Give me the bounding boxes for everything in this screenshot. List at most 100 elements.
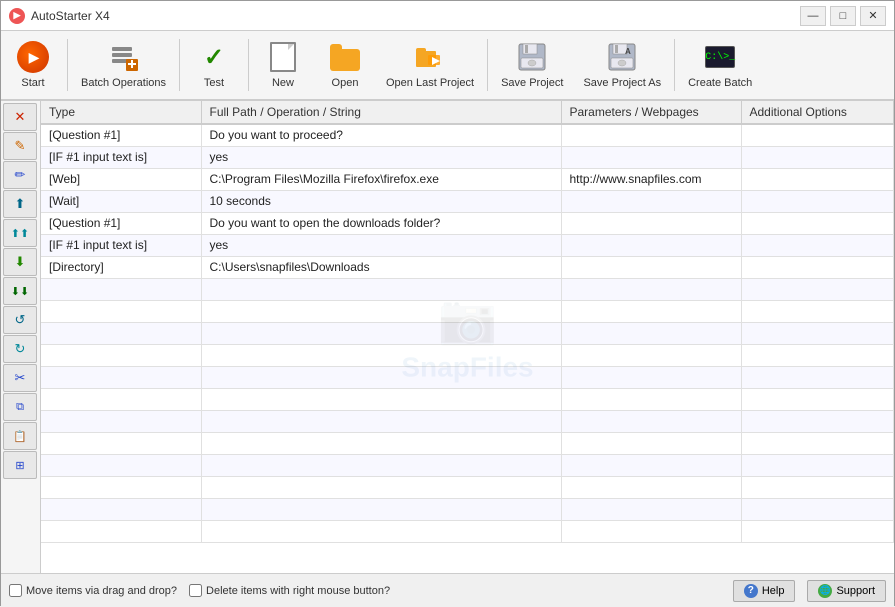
cell-type: [Web] xyxy=(41,168,201,190)
open-label: Open xyxy=(332,77,359,89)
empty-row xyxy=(41,300,894,322)
cell-type: [Directory] xyxy=(41,256,201,278)
table-row[interactable]: [Question #1] Do you want to proceed? xyxy=(41,124,894,146)
cell-type: [IF #1 input text is] xyxy=(41,234,201,256)
cell-params: http://www.snapfiles.com xyxy=(561,168,741,190)
cell-options xyxy=(741,146,894,168)
save-button[interactable]: Save Project xyxy=(492,35,572,95)
titlebar: ▶ AutoStarter X4 — □ ✕ xyxy=(1,1,894,31)
paste-button[interactable]: 📋 xyxy=(3,422,37,450)
window-controls: — □ ✕ xyxy=(800,6,886,26)
drag-drop-check[interactable]: Move items via drag and drop? xyxy=(9,584,177,597)
cell-params xyxy=(561,124,741,146)
open-last-button[interactable]: Open Last Project xyxy=(377,35,483,95)
close-button[interactable]: ✕ xyxy=(860,6,886,26)
create-batch-button[interactable]: C:\>_ Create Batch xyxy=(679,35,761,95)
move-top-button[interactable]: ⬆⬆ xyxy=(3,219,37,247)
open-button[interactable]: Open xyxy=(315,35,375,95)
right-click-label: Delete items with right mouse button? xyxy=(206,585,390,597)
svg-text:A: A xyxy=(625,47,631,56)
batch-operations-label: Batch Operations xyxy=(81,77,166,89)
cell-operation: C:\Users\snapfiles\Downloads xyxy=(201,256,561,278)
table-row[interactable]: [Directory] C:\Users\snapfiles\Downloads xyxy=(41,256,894,278)
table-row[interactable]: [IF #1 input text is] yes xyxy=(41,234,894,256)
statusbar: Move items via drag and drop? Delete ite… xyxy=(1,573,894,607)
separator-5 xyxy=(674,39,675,91)
cell-type: [IF #1 input text is] xyxy=(41,146,201,168)
empty-row xyxy=(41,344,894,366)
start-button[interactable]: Start xyxy=(3,35,63,95)
delete-button[interactable]: ✕ xyxy=(3,103,37,131)
separator-4 xyxy=(487,39,488,91)
new-icon xyxy=(267,41,299,73)
move-up-button[interactable]: ⬆ xyxy=(3,190,37,218)
empty-row xyxy=(41,498,894,520)
create-batch-label: Create Batch xyxy=(688,77,752,89)
main-area: ✕ ✎ ✏ ⬆ ⬆⬆ ⬇ ⬇⬇ ↺ ↻ ✂ ⧉ 📋 ⊞ Type Full Pa… xyxy=(1,101,894,573)
drag-drop-checkbox[interactable] xyxy=(9,584,22,597)
col-params: Parameters / Webpages xyxy=(561,101,741,124)
undo-button[interactable]: ↺ xyxy=(3,306,37,334)
edit-button[interactable]: ✎ xyxy=(3,132,37,160)
table-row[interactable]: [IF #1 input text is] yes xyxy=(41,146,894,168)
save-as-label: Save Project As xyxy=(583,77,661,89)
separator-2 xyxy=(179,39,180,91)
open-icon xyxy=(329,41,361,73)
cell-options xyxy=(741,256,894,278)
copy-button[interactable]: ⧉ xyxy=(3,393,37,421)
cell-type: [Question #1] xyxy=(41,212,201,234)
cell-params xyxy=(561,256,741,278)
empty-row xyxy=(41,366,894,388)
right-click-checkbox[interactable] xyxy=(189,584,202,597)
cell-options xyxy=(741,190,894,212)
cell-options xyxy=(741,168,894,190)
create-batch-icon: C:\>_ xyxy=(704,41,736,73)
redo-button[interactable]: ↻ xyxy=(3,335,37,363)
maximize-button[interactable]: □ xyxy=(830,6,856,26)
help-button[interactable]: ? Help xyxy=(733,580,796,602)
data-table: Type Full Path / Operation / String Para… xyxy=(41,101,894,543)
window-title: AutoStarter X4 xyxy=(31,9,800,23)
sidebar: ✕ ✎ ✏ ⬆ ⬆⬆ ⬇ ⬇⬇ ↺ ↻ ✂ ⧉ 📋 ⊞ xyxy=(1,101,41,573)
cell-options xyxy=(741,234,894,256)
table-row[interactable]: [Wait] 10 seconds xyxy=(41,190,894,212)
cell-operation: Do you want to open the downloads folder… xyxy=(201,212,561,234)
right-click-check[interactable]: Delete items with right mouse button? xyxy=(189,584,390,597)
separator-1 xyxy=(67,39,68,91)
empty-row xyxy=(41,388,894,410)
empty-row xyxy=(41,476,894,498)
batch-operations-button[interactable]: Batch Operations xyxy=(72,35,175,95)
save-label: Save Project xyxy=(501,77,563,89)
new-label: New xyxy=(272,77,294,89)
empty-row xyxy=(41,322,894,344)
empty-row xyxy=(41,432,894,454)
start-label: Start xyxy=(21,77,44,89)
cell-type: [Wait] xyxy=(41,190,201,212)
cell-options xyxy=(741,124,894,146)
app-icon: ▶ xyxy=(9,8,25,24)
minimize-button[interactable]: — xyxy=(800,6,826,26)
col-type: Type xyxy=(41,101,201,124)
batch-icon xyxy=(108,41,140,73)
start-icon xyxy=(17,41,49,73)
test-button[interactable]: ✓ Test xyxy=(184,35,244,95)
table-row[interactable]: [Web] C:\Program Files\Mozilla Firefox\f… xyxy=(41,168,894,190)
test-label: Test xyxy=(204,77,224,89)
test-icon: ✓ xyxy=(198,41,230,73)
cut-button[interactable]: ✂ xyxy=(3,364,37,392)
help-label: Help xyxy=(762,585,785,597)
support-button[interactable]: 🌐 Support xyxy=(807,580,886,602)
empty-row xyxy=(41,454,894,476)
cell-options xyxy=(741,212,894,234)
move-down-button[interactable]: ⬇ xyxy=(3,248,37,276)
support-label: Support xyxy=(836,585,875,597)
move-bottom-button[interactable]: ⬇⬇ xyxy=(3,277,37,305)
col-options: Additional Options xyxy=(741,101,894,124)
support-icon: 🌐 xyxy=(818,584,832,598)
add-button[interactable]: ✏ xyxy=(3,161,37,189)
new-button[interactable]: New xyxy=(253,35,313,95)
table-row[interactable]: [Question #1] Do you want to open the do… xyxy=(41,212,894,234)
multi-button[interactable]: ⊞ xyxy=(3,451,37,479)
cell-operation: Do you want to proceed? xyxy=(201,124,561,146)
save-as-button[interactable]: A Save Project As xyxy=(574,35,670,95)
